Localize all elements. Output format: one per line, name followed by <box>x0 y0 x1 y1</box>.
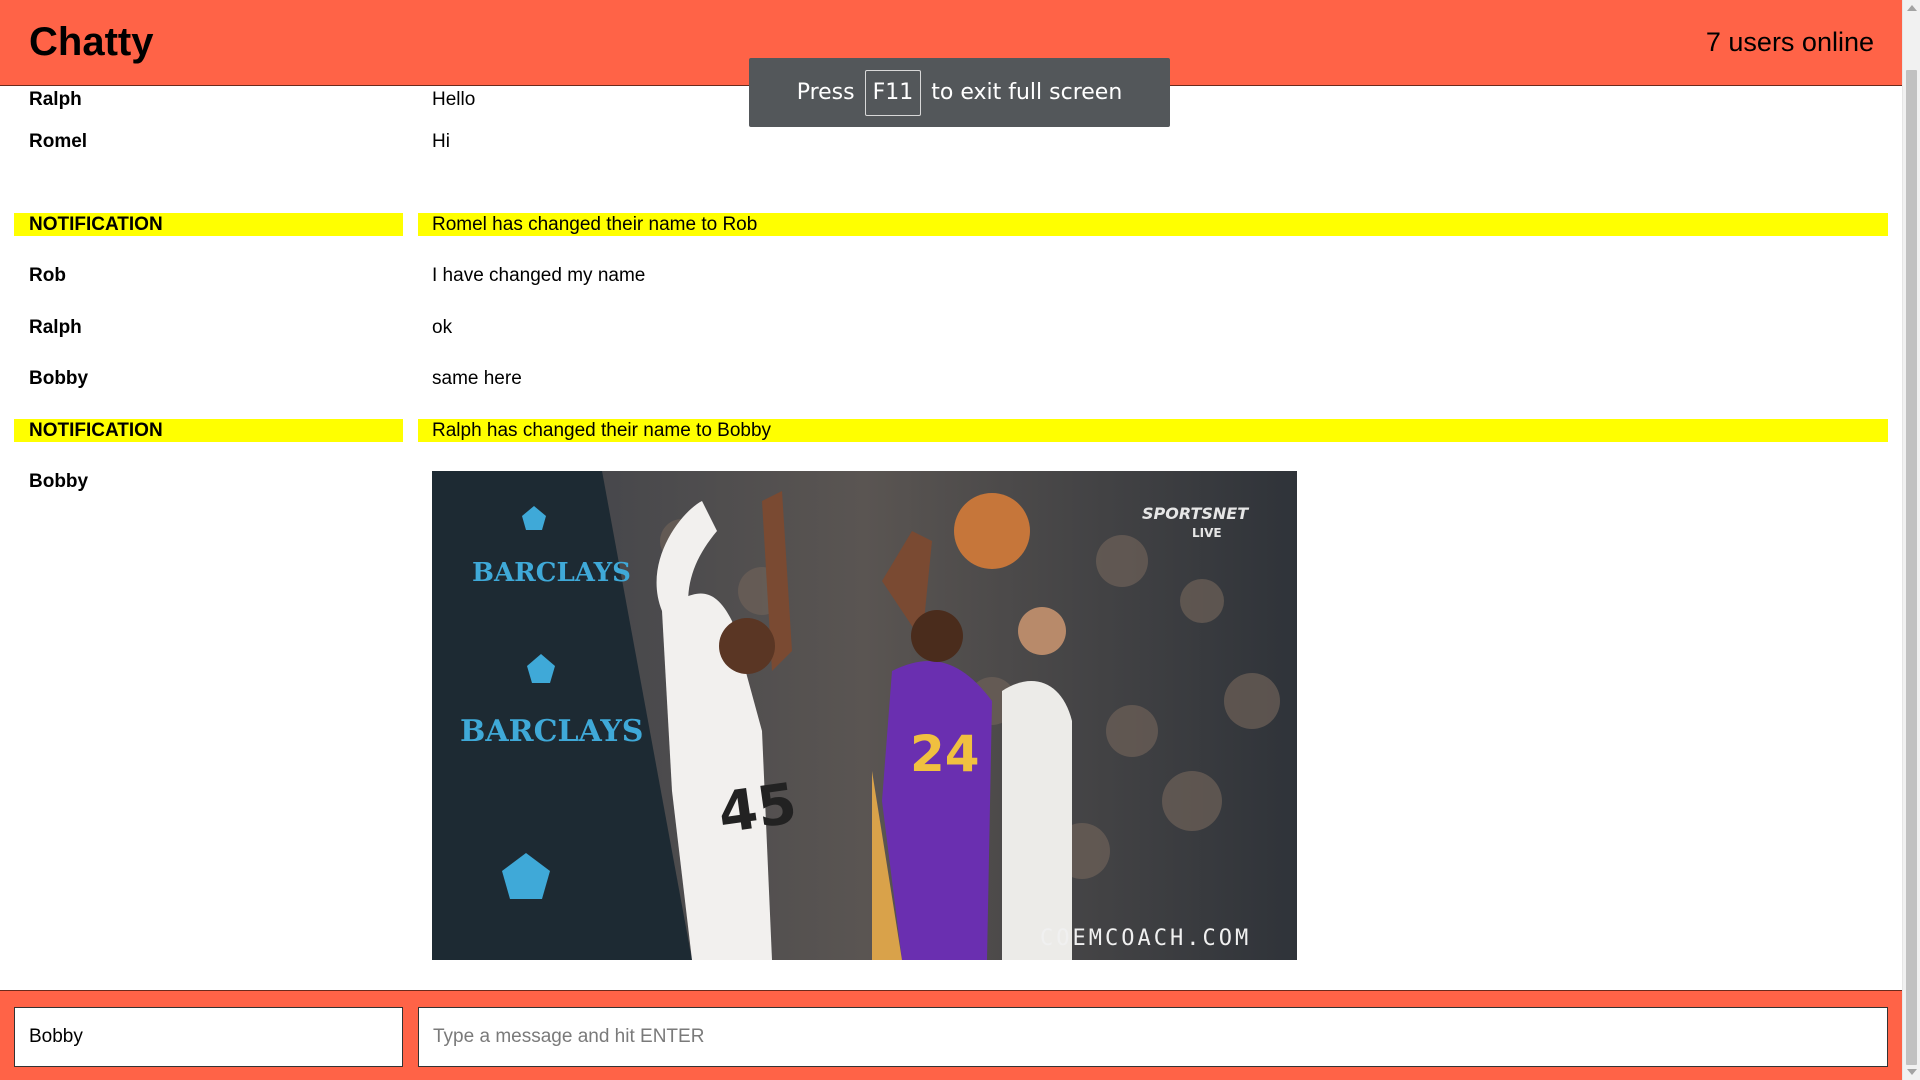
broadcaster-sub: LIVE <box>1192 526 1222 540</box>
banner-text-1: BARCLAYS <box>472 558 631 588</box>
gif-image: BARCLAYS BARCLAYS 45 24 SPORTSNET LIVE C… <box>432 471 1297 960</box>
f11-key-badge: F11 <box>864 69 922 116</box>
notification-text: Ralph has changed their name to Bobby <box>418 419 1888 442</box>
composer-bar <box>0 990 1902 1080</box>
message-username: Ralph <box>29 89 82 110</box>
message-username: Bobby <box>29 368 89 389</box>
message-list: Ralph Hello Romel Hi NOTIFICATION Romel … <box>0 87 1902 990</box>
jersey-number-45: 45 <box>714 771 800 846</box>
username-input[interactable] <box>14 1007 403 1067</box>
banner-text-2: BARCLAYS <box>460 714 643 749</box>
gif-watermark: COEMCOACH.COM <box>1040 926 1251 951</box>
message-username: Bobby <box>29 471 89 492</box>
message-username: Romel <box>29 131 88 152</box>
basketball <box>954 493 1030 569</box>
online-users-count: 7 users online <box>1705 27 1874 57</box>
message-username: Ralph <box>29 317 82 338</box>
toast-suffix: to exit full screen <box>931 80 1123 105</box>
app-title: Chatty <box>29 20 154 64</box>
message-text: same here <box>432 368 522 389</box>
basketball-gif-illustration: BARCLAYS BARCLAYS 45 24 SPORTSNET LIVE C… <box>432 471 1297 960</box>
message-input[interactable] <box>418 1007 1888 1067</box>
notification-text: Romel has changed their name to Rob <box>418 213 1888 236</box>
broadcaster-logo: SPORTSNET <box>1142 504 1249 523</box>
scrollbar-thumb[interactable] <box>1906 70 1917 1065</box>
toast-prefix: Press <box>796 80 855 105</box>
notification-label: NOTIFICATION <box>14 419 403 442</box>
message-username: Rob <box>29 265 66 286</box>
notification-label: NOTIFICATION <box>14 213 403 236</box>
vertical-scrollbar[interactable] <box>1902 0 1920 1080</box>
message-text: ok <box>432 317 453 338</box>
jersey-number-24: 24 <box>910 725 980 783</box>
scroll-up-arrow-icon[interactable] <box>1907 5 1917 11</box>
scroll-down-arrow-icon[interactable] <box>1907 1069 1917 1075</box>
fullscreen-toast: Press F11 to exit full screen <box>749 58 1170 127</box>
message-text: I have changed my name <box>432 265 646 286</box>
message-text: Hi <box>432 131 450 152</box>
